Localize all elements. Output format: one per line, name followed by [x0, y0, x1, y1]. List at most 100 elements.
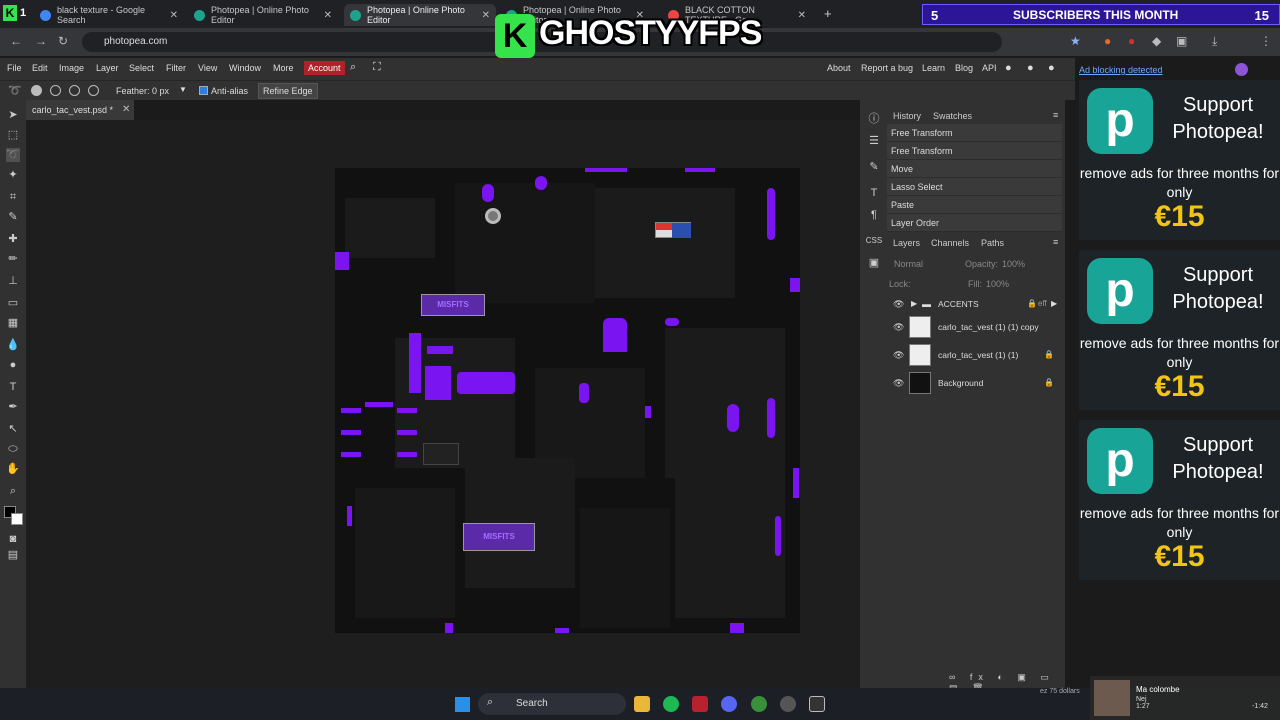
layer-row[interactable]: 👁 carlo_tac_vest (1) (1) 🔒 — [893, 342, 1058, 368]
tab-layers[interactable]: Layers — [893, 238, 920, 248]
eyedropper-icon[interactable]: ✎ — [6, 210, 20, 224]
extension-icon[interactable]: ● — [1128, 34, 1135, 48]
history-item[interactable]: Free Transform — [887, 142, 1062, 160]
properties-icon[interactable]: ☰ — [867, 134, 881, 148]
selection-mode-intersect-icon[interactable] — [88, 85, 99, 96]
search-icon[interactable]: ⌕ — [350, 61, 356, 74]
menu-select[interactable]: Select — [129, 63, 154, 73]
layer-row[interactable]: 👁 carlo_tac_vest (1) (1) copy — [893, 314, 1058, 340]
menu-kebab-icon[interactable]: ⋮ — [1260, 34, 1272, 48]
selection-mode-new-icon[interactable] — [31, 85, 42, 96]
clone-stamp-icon[interactable]: ⊥ — [6, 274, 20, 288]
history-item[interactable]: Move — [887, 160, 1062, 178]
menu-file[interactable]: File — [7, 63, 22, 73]
character-icon[interactable]: T — [867, 186, 881, 200]
ad-card[interactable]: p Support Photopea! remove ads for three… — [1079, 250, 1280, 410]
reddit-icon[interactable]: ● — [1005, 62, 1012, 74]
eye-icon[interactable]: 👁 — [893, 322, 904, 333]
brush-tool-icon[interactable]: ✏ — [6, 252, 20, 266]
magic-wand-icon[interactable]: ✦ — [6, 168, 20, 182]
selection-mode-subtract-icon[interactable] — [69, 85, 80, 96]
quick-mask-icon[interactable]: ◙ — [6, 532, 20, 546]
app-icon[interactable] — [692, 696, 708, 712]
file-explorer-icon[interactable] — [634, 696, 650, 712]
spotify-icon[interactable] — [663, 696, 679, 712]
expand-arrow-icon[interactable]: ▶ — [1051, 299, 1057, 308]
css-icon[interactable]: CSS — [864, 234, 884, 248]
document-tab[interactable]: carlo_tac_vest.psd * ✕ — [26, 100, 134, 120]
discord-icon[interactable] — [721, 696, 737, 712]
close-tab-icon[interactable]: ✕ — [324, 10, 332, 21]
chrome-icon[interactable] — [751, 696, 767, 712]
eye-icon[interactable]: 👁 — [893, 350, 904, 361]
eye-icon[interactable]: 👁 — [893, 299, 904, 310]
link-about[interactable]: About — [827, 63, 851, 73]
bookmark-star-icon[interactable]: ★ — [1070, 34, 1081, 48]
chevron-down-icon[interactable]: ▼ — [179, 85, 187, 94]
back-icon[interactable]: ← — [10, 34, 22, 48]
shape-tool-icon[interactable]: ⬭ — [6, 442, 20, 456]
taskbar-search[interactable]: Search — [478, 693, 626, 715]
profile-avatar[interactable] — [1235, 63, 1248, 76]
account-button[interactable]: Account — [304, 61, 345, 75]
selection-mode-add-icon[interactable] — [50, 85, 61, 96]
screen-mode-icon[interactable]: ▤ — [6, 548, 20, 562]
menu-edit[interactable]: Edit — [32, 63, 48, 73]
extension-icon[interactable]: ◆ — [1152, 34, 1161, 48]
facebook-icon[interactable]: ● — [1048, 62, 1055, 74]
history-item[interactable]: Lasso Select — [887, 178, 1062, 196]
pen-tool-icon[interactable]: ✒ — [6, 400, 20, 414]
eraser-tool-icon[interactable]: ▭ — [6, 296, 20, 310]
layer-row-folder[interactable]: 👁 ▶ ▬ ACCENTS 🔒 eff ▶ — [893, 296, 1058, 312]
menu-layer[interactable]: Layer — [96, 63, 119, 73]
marquee-tool-icon[interactable]: ⬚ — [6, 128, 20, 142]
link-api[interactable]: API — [982, 63, 997, 73]
browser-tab-active[interactable]: Photopea | Online Photo Editor ✕ — [344, 4, 496, 26]
forward-icon[interactable]: → — [35, 34, 47, 48]
link-learn[interactable]: Learn — [922, 63, 945, 73]
windows-start-icon[interactable] — [455, 697, 470, 712]
zoom-tool-icon[interactable]: ⌕ — [6, 484, 20, 498]
hand-tool-icon[interactable]: ✋ — [6, 462, 20, 476]
app-icon[interactable] — [809, 696, 825, 712]
antialias-checkbox[interactable] — [199, 86, 208, 95]
close-document-icon[interactable]: ✕ — [122, 104, 130, 115]
info-icon[interactable]: ⓘ — [867, 112, 881, 126]
path-select-icon[interactable]: ↖ — [6, 422, 20, 436]
reload-icon[interactable]: ↻ — [58, 34, 68, 48]
dodge-tool-icon[interactable]: ● — [6, 358, 20, 372]
twitter-icon[interactable]: ● — [1027, 62, 1034, 74]
eye-icon[interactable]: 👁 — [893, 378, 904, 389]
close-tab-icon[interactable]: ✕ — [170, 10, 178, 21]
fill-input[interactable]: 100% — [986, 279, 1009, 289]
tab-history[interactable]: History — [893, 111, 921, 121]
history-item[interactable]: Paste — [887, 196, 1062, 214]
link-blog[interactable]: Blog — [955, 63, 973, 73]
ad-card[interactable]: p Support Photopea! remove ads for three… — [1079, 420, 1280, 580]
lasso-tool-icon[interactable]: ➰ — [6, 148, 20, 162]
browser-tab[interactable]: Photopea | Online Photo Editor✕ — [188, 4, 338, 26]
menu-more[interactable]: More — [273, 63, 294, 73]
feather-input[interactable]: 0 px — [152, 86, 169, 96]
opacity-input[interactable]: 100% — [1002, 259, 1025, 269]
tab-channels[interactable]: Channels — [931, 238, 969, 248]
obs-icon[interactable] — [780, 696, 796, 712]
link-report-bug[interactable]: Report a bug — [861, 63, 913, 73]
refine-edge-button[interactable]: Refine Edge — [258, 83, 318, 99]
menu-image[interactable]: Image — [59, 63, 84, 73]
fullscreen-icon[interactable]: ⛶ — [373, 61, 381, 74]
browser-tab[interactable]: black texture - Google Search ✕ — [34, 4, 184, 26]
history-item[interactable]: Free Transform — [887, 124, 1062, 142]
type-tool-icon[interactable]: T — [6, 380, 20, 394]
menu-filter[interactable]: Filter — [166, 63, 186, 73]
blend-mode-select[interactable]: Normal — [894, 259, 958, 269]
menu-view[interactable]: View — [198, 63, 217, 73]
folder-chevron-icon[interactable]: ▶ — [911, 299, 917, 308]
panel-menu-icon[interactable]: ≡ — [1053, 110, 1058, 120]
panel-menu-icon[interactable]: ≡ — [1053, 237, 1058, 247]
tab-paths[interactable]: Paths — [981, 238, 1004, 248]
healing-brush-icon[interactable]: ✚ — [6, 232, 20, 246]
close-tab-icon[interactable]: ✕ — [482, 10, 490, 21]
move-tool-icon[interactable]: ➤ — [6, 108, 20, 122]
ad-blocking-label[interactable]: Ad blocking detected — [1079, 65, 1163, 75]
